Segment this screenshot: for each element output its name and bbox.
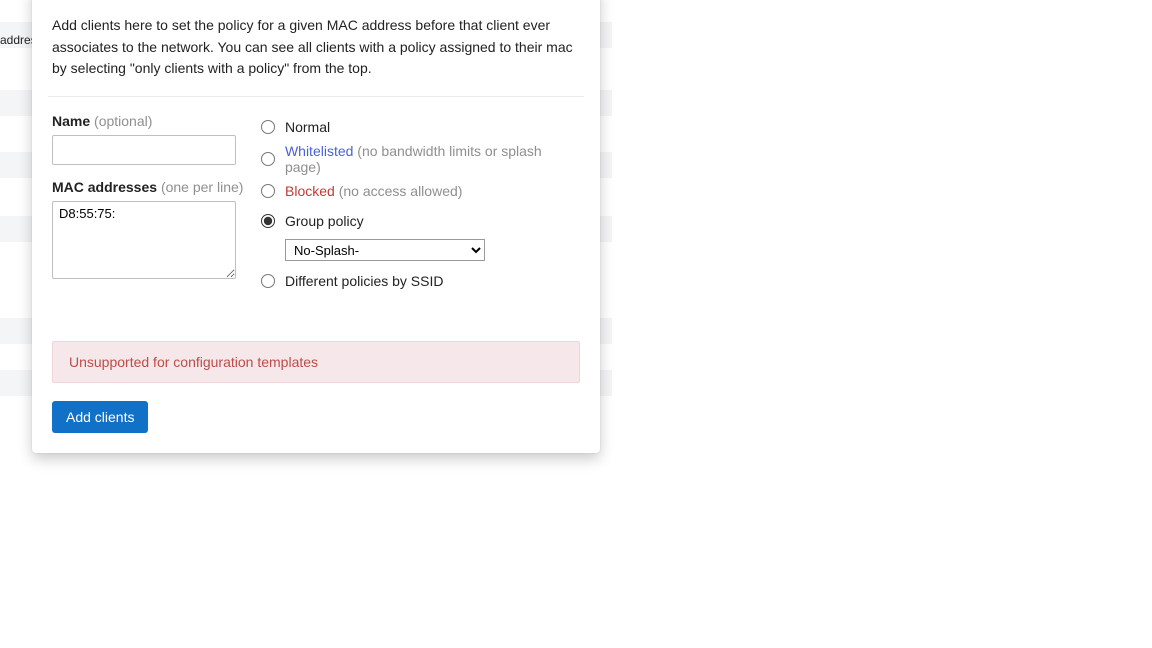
radio-group-policy-input[interactable] (261, 214, 275, 228)
mac-addresses-textarea[interactable]: D8:55:75: (52, 201, 236, 279)
divider (48, 96, 584, 97)
radio-blocked[interactable]: Blocked (no access allowed) (261, 177, 580, 205)
radio-normal[interactable]: Normal (261, 113, 580, 141)
mac-label: MAC addresses (one per line) (52, 179, 257, 195)
radio-blocked-label: Blocked (no access allowed) (285, 183, 462, 199)
add-clients-modal: Add clients here to set the policy for a… (32, 0, 600, 453)
policy-radio-group: Normal Whitelisted (no bandwidth limits … (261, 113, 580, 295)
radio-normal-input[interactable] (261, 120, 275, 134)
radio-blocked-input[interactable] (261, 184, 275, 198)
name-input[interactable] (52, 135, 236, 165)
radio-group-policy-label: Group policy (285, 213, 364, 229)
radio-different-policies[interactable]: Different policies by SSID (261, 267, 580, 295)
radio-normal-label: Normal (285, 119, 330, 135)
add-clients-button[interactable]: Add clients (52, 401, 148, 433)
radio-different-policies-label: Different policies by SSID (285, 273, 443, 289)
alert-unsupported: Unsupported for configuration templates (52, 341, 580, 383)
modal-intro-text: Add clients here to set the policy for a… (52, 15, 580, 80)
radio-group-policy[interactable]: Group policy (261, 207, 580, 235)
name-label: Name (optional) (52, 113, 257, 129)
radio-different-policies-input[interactable] (261, 274, 275, 288)
group-policy-select[interactable]: No-Splash- (285, 239, 485, 261)
radio-whitelisted[interactable]: Whitelisted (no bandwidth limits or spla… (261, 143, 580, 175)
radio-whitelisted-label: Whitelisted (no bandwidth limits or spla… (285, 143, 580, 175)
radio-whitelisted-input[interactable] (261, 152, 275, 166)
